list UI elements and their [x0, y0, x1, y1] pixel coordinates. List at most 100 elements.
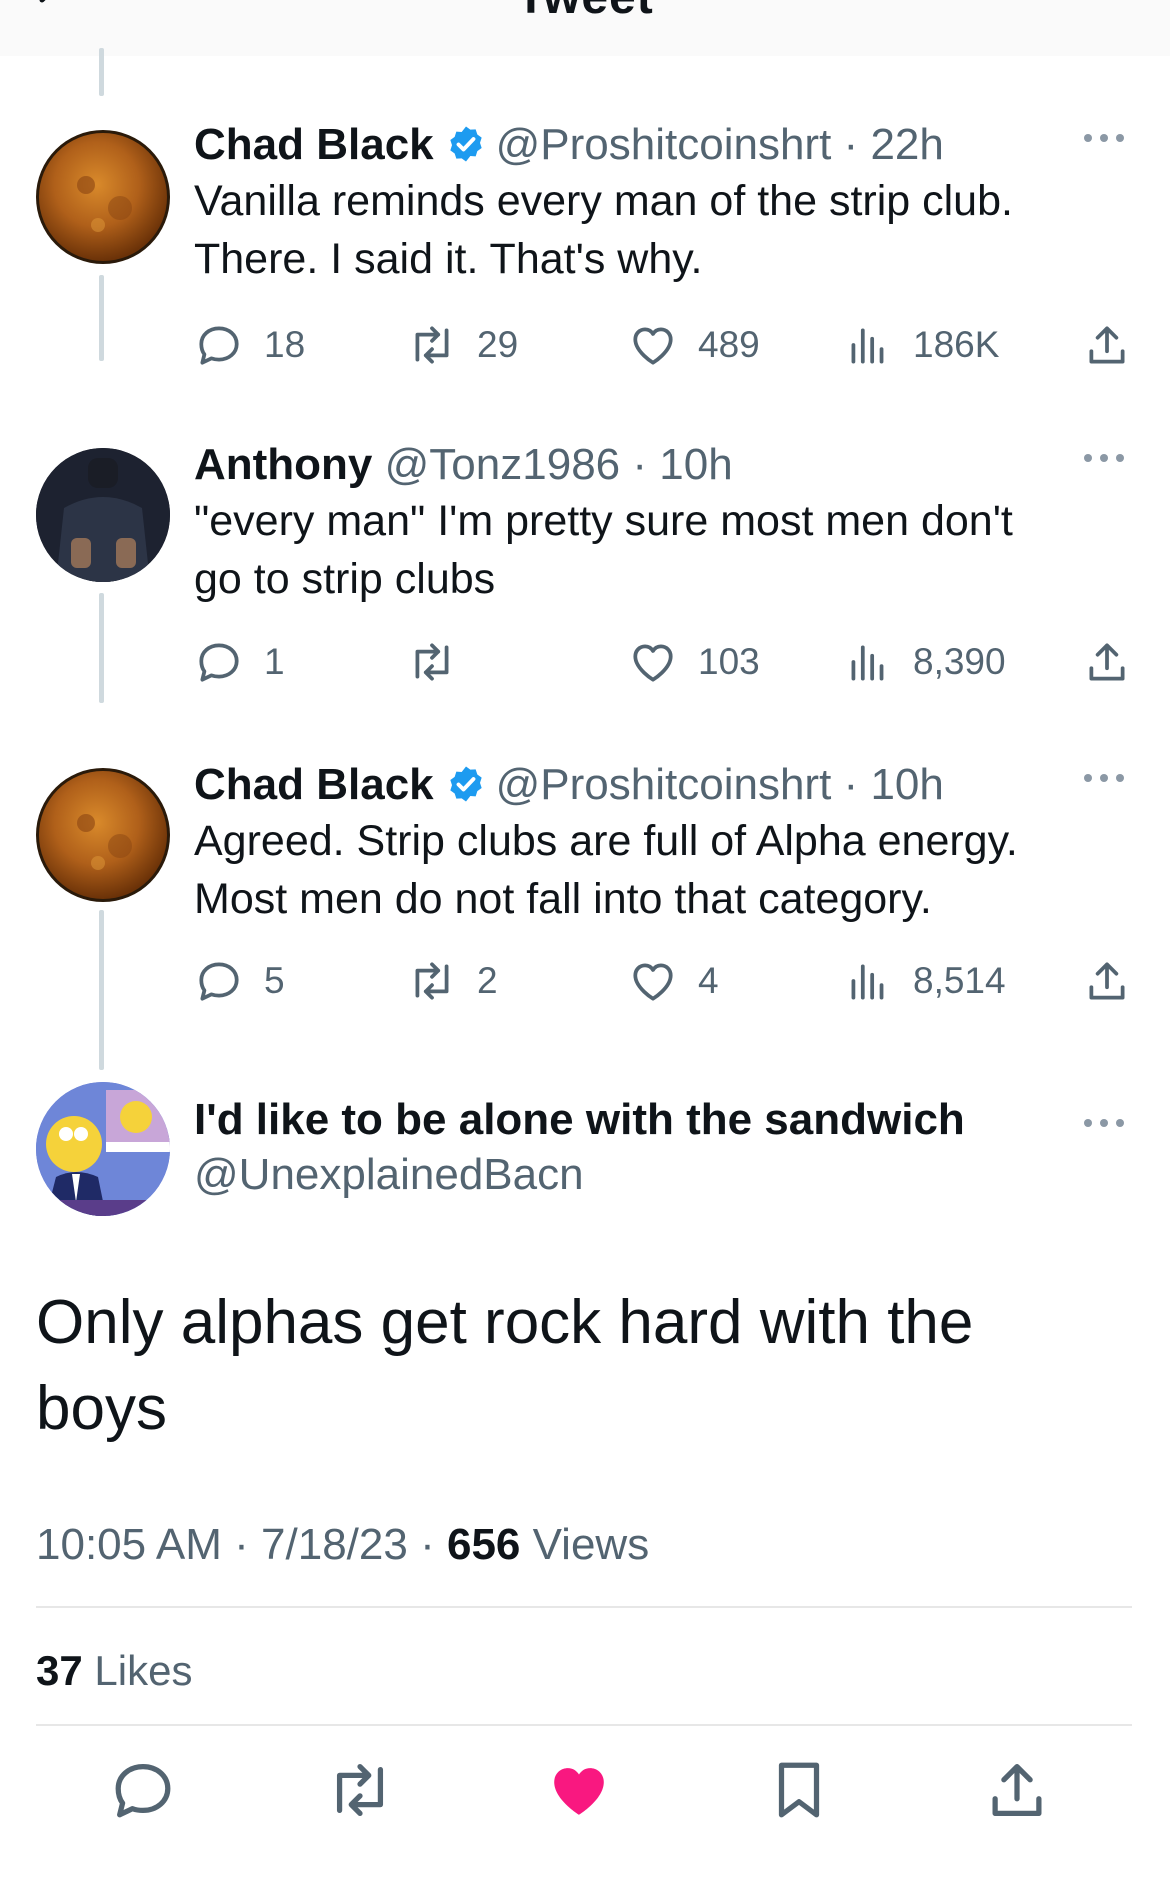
display-name[interactable]: Anthony [194, 440, 372, 489]
verified-badge-icon [449, 766, 482, 802]
views-chart-icon [851, 964, 884, 1000]
main-author-name[interactable]: I'd like to be alone with the sandwich [194, 1095, 965, 1145]
like-button[interactable]: 103 [628, 637, 760, 687]
share-button[interactable] [1082, 956, 1132, 1006]
text-line: Vanilla reminds every man of the strip c… [194, 177, 1013, 225]
reply-button[interactable]: 5 [194, 956, 285, 1006]
views-count: 8,390 [913, 641, 1006, 682]
divider [36, 1606, 1132, 1608]
retweet-icon [415, 326, 449, 364]
tweet-text: Agreed. Strip clubs are full of Alpha en… [194, 812, 1094, 928]
heart-icon [633, 327, 673, 365]
reply-count: 5 [264, 960, 285, 1001]
likes-summary[interactable]: 37 Likes [36, 1647, 192, 1695]
tweet-actions: 5 2 4 8,514 [0, 956, 1170, 1016]
more-options-icon[interactable] [1082, 772, 1126, 784]
avatar[interactable] [36, 1082, 170, 1216]
verified-badge-icon [449, 126, 482, 162]
display-name[interactable]: Chad Black [194, 760, 434, 809]
retweet-button[interactable]: 29 [407, 320, 518, 370]
likes-label: Likes [94, 1647, 193, 1694]
retweet-icon [336, 1764, 384, 1816]
tweet-header: Chad Black @Proshitcoinshrt · 10h [194, 760, 944, 810]
heart-icon [633, 963, 673, 1001]
text-line: go to strip clubs [194, 555, 496, 603]
views-button[interactable]: 8,390 [843, 637, 1006, 687]
reply-count: 1 [264, 641, 285, 682]
thread-connector [99, 48, 104, 96]
main-tweet-text: Only alphas get rock hard with the boys [36, 1280, 1116, 1452]
like-button[interactable]: 4 [628, 956, 719, 1006]
views-count: 8,514 [913, 960, 1006, 1001]
views-chart-icon [851, 328, 884, 364]
like-count: 103 [698, 641, 760, 682]
text-line: Most men do not fall into that category. [194, 875, 932, 923]
post-date: 7/18/23 [261, 1520, 408, 1569]
share-button[interactable] [982, 1755, 1052, 1825]
like-count: 489 [698, 324, 760, 365]
views-button[interactable]: 8,514 [843, 956, 1006, 1006]
tweet-header: Anthony @Tonz1986 · 10h [194, 440, 733, 490]
like-button[interactable] [544, 1755, 614, 1825]
retweet-icon [415, 962, 449, 1000]
bookmark-icon [778, 1762, 820, 1818]
user-handle[interactable]: @Proshitcoinshrt [496, 760, 832, 809]
text-line: Only alphas get rock hard with the [36, 1288, 974, 1357]
more-options-icon[interactable] [1082, 452, 1126, 464]
heart-icon [633, 644, 673, 682]
timestamp[interactable]: 10h [870, 760, 943, 809]
reply-icon [115, 1764, 171, 1818]
share-icon [1089, 643, 1125, 681]
views-button[interactable]: 186K [843, 320, 999, 370]
tweet-text: "every man" I'm pretty sure most men don… [194, 492, 1094, 608]
like-count: 4 [698, 960, 719, 1001]
reply-icon [199, 326, 239, 365]
bookmark-button[interactable] [764, 1755, 834, 1825]
text-line: There. I said it. That's why. [194, 235, 703, 283]
timestamp[interactable]: 22h [870, 120, 943, 169]
text-line: boys [36, 1374, 167, 1443]
retweet-button[interactable] [325, 1755, 395, 1825]
reply-count: 18 [264, 324, 306, 365]
retweet-button[interactable] [407, 637, 477, 687]
display-name[interactable]: Chad Black [194, 120, 434, 169]
top-nav-bar: Tweet [0, 0, 1170, 56]
share-icon [1089, 962, 1125, 1000]
timestamp[interactable]: 10h [659, 440, 732, 489]
reply-button[interactable] [108, 1755, 178, 1825]
tweet-actions: 1 103 8,390 [0, 637, 1170, 697]
retweet-icon [415, 643, 449, 681]
user-handle[interactable]: @Tonz1986 [385, 440, 621, 489]
main-author-handle[interactable]: @UnexplainedBacn [194, 1150, 584, 1200]
like-button[interactable]: 489 [628, 320, 760, 370]
reply-button[interactable]: 1 [194, 637, 285, 687]
retweet-count: 2 [477, 960, 498, 1001]
likes-total: 37 [36, 1647, 83, 1694]
more-options-icon[interactable] [1082, 1117, 1126, 1129]
user-handle[interactable]: @Proshitcoinshrt [496, 120, 832, 169]
retweet-button[interactable]: 2 [407, 956, 498, 1006]
share-icon [1089, 326, 1125, 364]
views-chart-icon [851, 645, 884, 681]
retweet-count: 29 [477, 324, 519, 365]
separator: · [632, 440, 648, 489]
cartoon-avatar-icon [36, 1082, 170, 1216]
post-time: 10:05 AM [36, 1520, 222, 1569]
main-tweet-actions [0, 1755, 1170, 1835]
views-count: 186K [913, 324, 1000, 365]
more-options-icon[interactable] [1082, 132, 1126, 144]
tweet-header: Chad Black @Proshitcoinshrt · 22h [194, 120, 944, 170]
reply-icon [199, 962, 239, 1001]
share-icon [992, 1764, 1042, 1816]
views-total: 656 [446, 1520, 521, 1569]
share-button[interactable] [1082, 637, 1132, 687]
separator: · [843, 760, 859, 809]
separator: · [420, 1520, 435, 1569]
separator: · [843, 120, 859, 169]
text-line: Agreed. Strip clubs are full of Alpha en… [194, 817, 1018, 865]
page-title: Tweet [0, 0, 1170, 25]
share-button[interactable] [1082, 320, 1132, 370]
reply-button[interactable]: 18 [194, 320, 305, 370]
heart-filled-icon [554, 1768, 604, 1815]
tweet-meta: 10:05 AM · 7/18/23 · 656 Views [36, 1520, 649, 1570]
